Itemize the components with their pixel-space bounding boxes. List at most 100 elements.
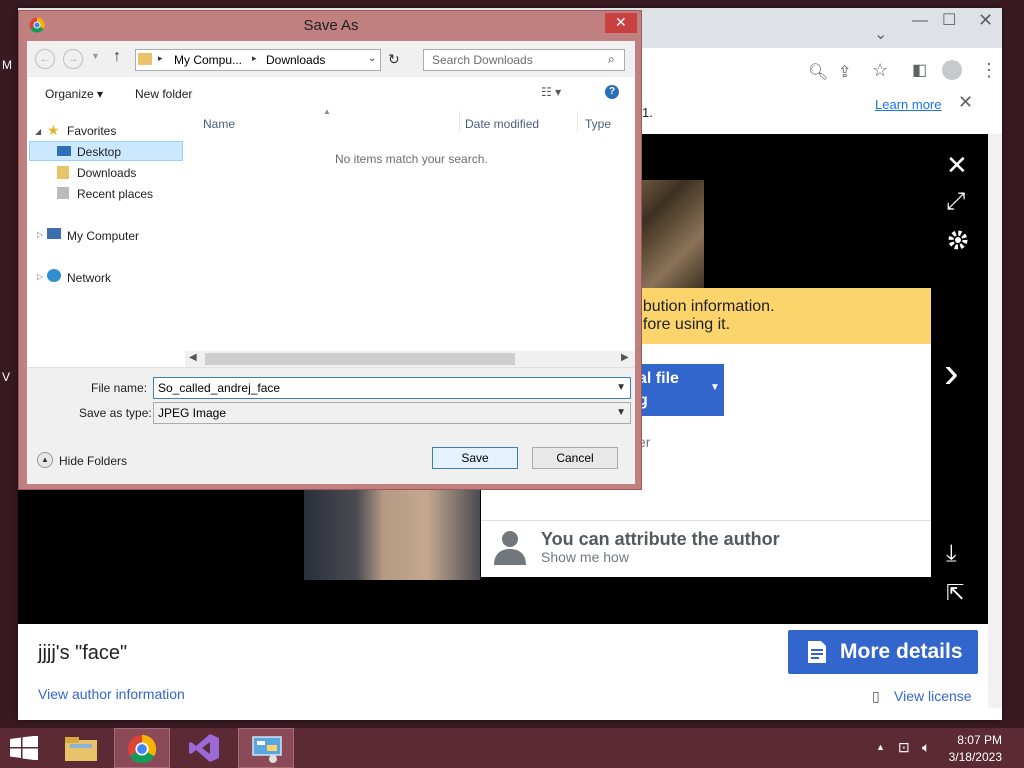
desktop-label: M: [2, 58, 12, 72]
download-icon[interactable]: ⤓: [946, 540, 957, 568]
more-details-label: More details: [840, 640, 963, 663]
clock-time[interactable]: 8:07 PM: [950, 733, 1002, 747]
organize-label: Organize: [45, 87, 94, 101]
breadcrumb-separator: ▸: [158, 53, 163, 63]
taskbar: ▲ ⊡ 🔈︎: [0, 728, 1024, 768]
search-placeholder: Search Downloads: [432, 53, 533, 67]
side-panel-icon[interactable]: ◧: [912, 60, 927, 80]
file-name-input[interactable]: So_called_andrej_face ▼: [153, 377, 631, 399]
path-dropdown-icon[interactable]: ⌄: [368, 53, 376, 64]
network-icon: [47, 269, 61, 282]
view-author-link[interactable]: View author information: [38, 686, 185, 702]
use-file-label: al file: [638, 370, 679, 387]
refresh-icon[interactable]: ↻: [388, 51, 400, 68]
visual-studio-icon: [189, 734, 219, 762]
learn-more-link[interactable]: Learn more: [875, 97, 941, 112]
clock-date[interactable]: 3/18/2023: [946, 750, 1002, 764]
file-name-value: So_called_andrej_face: [158, 381, 281, 395]
taskbar-chrome[interactable]: [114, 728, 170, 768]
new-folder-button[interactable]: New folder: [135, 87, 192, 101]
bookmark-star-icon[interactable]: ☆: [872, 60, 888, 81]
attribution-title: You can attribute the author: [541, 529, 780, 549]
close-viewer-icon[interactable]: ✕: [946, 150, 968, 181]
volume-icon[interactable]: 🔈︎: [922, 739, 930, 756]
viewer-scrollbar[interactable]: [988, 134, 1002, 708]
minimize-icon[interactable]: —: [912, 12, 928, 30]
show-hidden-icons[interactable]: ▲: [876, 742, 885, 752]
attribution-show-how[interactable]: Show me how: [541, 549, 629, 565]
column-divider[interactable]: [577, 111, 578, 131]
profile-avatar[interactable]: [942, 60, 962, 80]
tree-item-recent-places[interactable]: Recent places: [77, 187, 153, 201]
column-type[interactable]: Type: [585, 117, 611, 131]
chevron-down-icon[interactable]: ▼: [616, 407, 626, 418]
search-input[interactable]: Search Downloads ⌕: [423, 49, 625, 71]
column-name[interactable]: Name: [203, 117, 235, 131]
column-divider[interactable]: [459, 111, 460, 131]
back-arrow-icon[interactable]: ←: [35, 49, 55, 69]
view-options-icon[interactable]: ☷ ▾: [541, 85, 561, 99]
license-icon: ▯: [872, 688, 880, 704]
more-details-button[interactable]: More details: [788, 630, 978, 674]
save-as-type-label: Save as type:: [79, 406, 152, 420]
image-caption: jjjj's "face": [38, 642, 128, 664]
taskbar-visual-studio[interactable]: [176, 728, 232, 768]
zoom-icon[interactable]: 🔍︎: [808, 62, 828, 82]
control-panel-icon: [252, 736, 282, 763]
help-icon[interactable]: ?: [605, 85, 619, 99]
scroll-right-icon[interactable]: ▶: [621, 352, 629, 363]
breadcrumb-computer[interactable]: My Compu...: [174, 53, 242, 67]
menu-kebab-icon[interactable]: ⋮: [980, 60, 998, 81]
maximize-icon[interactable]: ☐: [942, 10, 956, 30]
search-icon[interactable]: ⌕: [608, 52, 615, 67]
close-window-icon[interactable]: ✕: [978, 10, 993, 31]
taskbar-control-panel[interactable]: [238, 728, 294, 768]
cancel-button[interactable]: Cancel: [532, 447, 618, 469]
save-as-type-select[interactable]: JPEG Image ▼: [153, 402, 631, 424]
tab-search-chevron-icon[interactable]: ⌄: [874, 24, 887, 44]
use-file-button[interactable]: al file g ▼: [628, 364, 724, 416]
tree-item-downloads[interactable]: Downloads: [77, 166, 136, 180]
network-status-icon[interactable]: ⊡: [898, 739, 910, 756]
share-icon[interactable]: ⇪: [838, 62, 851, 82]
next-image-icon[interactable]: ›: [944, 348, 959, 398]
column-date-modified[interactable]: Date modified: [465, 117, 539, 131]
scrollbar-thumb[interactable]: [205, 353, 515, 365]
star-icon: ★: [47, 122, 60, 138]
organize-button[interactable]: Organize ▾: [45, 87, 103, 101]
chevron-down-icon[interactable]: ▼: [710, 382, 720, 393]
close-icon: ✕: [615, 14, 627, 30]
tree-item-desktop[interactable]: Desktop: [77, 145, 121, 159]
file-list: [185, 109, 635, 351]
expand-icon[interactable]: ⤢: [946, 188, 965, 216]
chevron-down-icon[interactable]: ▼: [616, 382, 626, 393]
gear-icon[interactable]: [946, 228, 970, 252]
share-out-icon[interactable]: ⇱: [946, 580, 964, 606]
scroll-left-icon[interactable]: ◀: [189, 352, 197, 363]
file-name-label: File name:: [91, 381, 148, 395]
info-text: 1.: [642, 105, 653, 120]
save-button[interactable]: Save: [432, 447, 518, 469]
view-license-link[interactable]: View license: [894, 688, 972, 704]
tree-item-my-computer[interactable]: My Computer: [67, 229, 139, 243]
expand-arrow-icon[interactable]: ▷: [37, 230, 43, 239]
sort-arrow-icon: ▲: [323, 107, 331, 116]
expand-arrow-icon[interactable]: ▷: [37, 272, 43, 281]
hide-folders-toggle[interactable]: Hide Folders: [59, 454, 127, 468]
taskbar-file-explorer[interactable]: [52, 728, 108, 768]
chrome-icon: [127, 734, 157, 764]
recent-locations-icon[interactable]: ▼: [91, 51, 100, 61]
breadcrumb-downloads[interactable]: Downloads: [266, 53, 325, 67]
path-breadcrumb[interactable]: ▸ My Compu... ▸ Downloads ⌄ ↻: [135, 49, 400, 71]
expand-arrow-icon[interactable]: ◢: [35, 127, 41, 136]
start-button[interactable]: [0, 728, 48, 768]
dialog-close-button[interactable]: ✕: [605, 13, 637, 33]
info-close-icon[interactable]: ✕: [958, 92, 973, 113]
tree-item-network[interactable]: Network: [67, 271, 111, 285]
hide-folders-icon[interactable]: ▲: [37, 452, 53, 468]
attribution-line-1: ribution information.: [634, 298, 775, 315]
image-face-fragment: [304, 484, 480, 580]
forward-arrow-icon[interactable]: →: [63, 49, 83, 69]
up-arrow-icon[interactable]: ↑: [113, 48, 121, 66]
tree-item-favorites[interactable]: Favorites: [67, 124, 116, 138]
